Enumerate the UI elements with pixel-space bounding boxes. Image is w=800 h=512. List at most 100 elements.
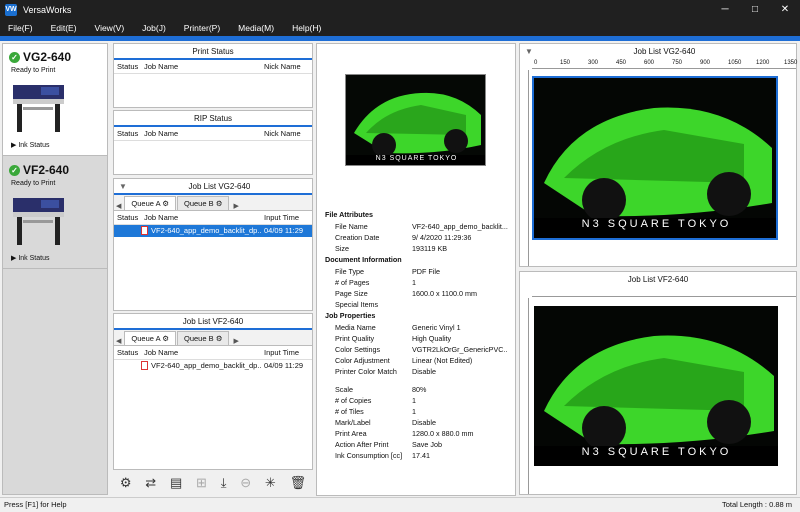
maximize-button[interactable]: □ (740, 0, 770, 19)
tab-label: Queue B (184, 199, 214, 208)
tab-next-icon[interactable]: ▶ (233, 337, 238, 345)
job-name: VF2-640_app_demo_backlit_dp... (151, 226, 261, 235)
attr-value: Generic Vinyl 1 (412, 323, 461, 332)
check-icon: ✓ (9, 164, 20, 176)
stop-icon[interactable]: ⊖ (240, 475, 251, 491)
ruler-tick: 600 (644, 60, 655, 66)
tab-queue-a[interactable]: Queue A ⚙ (124, 196, 176, 210)
attr-row: File Name VF2-640_app_demo_backlit... (326, 221, 508, 232)
attr-key: Mark/Label (335, 418, 371, 427)
attr-key: Color Adjustment (335, 356, 390, 365)
printer-card-vg2[interactable]: ✓ VG2-640 Ready to Print ▶ Ink Status (3, 44, 107, 156)
layout-icon[interactable]: ⊞ (196, 475, 207, 491)
trash-icon[interactable]: 🗑 (290, 475, 307, 491)
tab-queue-b[interactable]: Queue B ⚙ (177, 196, 230, 210)
gear-icon[interactable]: ⚙ (162, 199, 169, 208)
attr-row: Page Size 1600.0 x 1100.0 mm (326, 288, 508, 299)
attr-row: # of Copies 1 (326, 395, 508, 406)
collapse-icon[interactable]: ▼ (119, 179, 127, 195)
attr-value: Save Job (412, 440, 442, 449)
job-time: 04/09 11:29 (264, 226, 304, 235)
tab-queue-b[interactable]: Queue B ⚙ (177, 331, 230, 345)
col-job-name[interactable]: Job Name (141, 346, 261, 359)
attr-row: Color Adjustment Linear (Not Edited) (326, 355, 508, 366)
ruler-tick: 150 (560, 60, 571, 66)
menu-printer[interactable]: Printer(P) (184, 23, 220, 33)
attr-row: Size 193119 KB (326, 243, 508, 254)
attr-row: Ink Consumption [cc] 17.41 (326, 450, 508, 461)
horizontal-ruler: 0 150 300 450 600 750 900 1050 1200 1350 (532, 60, 797, 69)
print-icon[interactable]: ▤ (170, 475, 182, 491)
close-button[interactable]: ✕ (770, 0, 800, 19)
ink-status-label: Ink Status (18, 142, 50, 149)
job-time: 04/09 11:29 (264, 361, 304, 370)
preview-title: ▼ Job List VG2-640 (520, 44, 796, 60)
settings-icon[interactable]: ⚙ (120, 475, 132, 491)
tab-queue-a[interactable]: Queue A ⚙ (124, 331, 176, 345)
title-bar: VW VersaWorks ─ □ ✕ (0, 0, 800, 19)
printer-status: Ready to Print (11, 67, 56, 74)
col-status[interactable]: Status (114, 60, 141, 73)
collapse-icon[interactable]: ▼ (525, 44, 533, 60)
attr-value: 17.41 (412, 451, 430, 460)
vertical-ruler (520, 298, 529, 494)
tab-prev-icon[interactable]: ◀ (116, 337, 121, 345)
col-job-name[interactable]: Job Name (141, 211, 261, 224)
tab-prev-icon[interactable]: ◀ (116, 202, 121, 210)
printer-status: Ready to Print (11, 180, 56, 187)
attr-row: # of Pages 1 (326, 277, 508, 288)
ruler-tick: 1200 (756, 60, 770, 66)
download-icon[interactable]: ⤓ (221, 475, 227, 491)
col-status[interactable]: Status (114, 211, 141, 224)
col-status[interactable]: Status (114, 127, 141, 140)
attr-row: Printer Color Match Disable (326, 366, 508, 377)
print-preview-image[interactable]: N3 SQUARE TOKYO (532, 76, 778, 240)
job-row[interactable]: VF2-640_app_demo_backlit_dp... 04/09 11:2… (114, 225, 312, 237)
menu-file[interactable]: File(F) (8, 23, 33, 33)
menu-edit[interactable]: Edit(E) (51, 23, 77, 33)
gear-icon[interactable]: ⚙ (216, 334, 223, 343)
job-name: VF2-640_app_demo_backlit_dp... (151, 361, 261, 370)
col-input-time[interactable]: Input Time (261, 346, 299, 359)
attr-value: 1 (412, 278, 416, 287)
menu-job[interactable]: Job(J) (142, 23, 166, 33)
col-nick-name[interactable]: Nick Name (261, 127, 301, 140)
ink-status-toggle[interactable]: ▶ Ink Status (11, 254, 49, 262)
accent-bar (0, 36, 800, 41)
print-preview-image[interactable]: N3 SQUARE TOKYO (534, 306, 778, 466)
col-status[interactable]: Status (114, 346, 141, 359)
ruler-tick: 0 (534, 60, 538, 66)
preview-vg2-panel: ▼ Job List VG2-640 0 150 300 450 600 750 … (519, 43, 797, 267)
total-length: Total Length : 0.88 m (721, 500, 792, 509)
col-job-name[interactable]: Job Name (141, 60, 261, 73)
attr-key: # of Copies (335, 396, 372, 405)
attr-row: Action After Print Save Job (326, 439, 508, 450)
col-job-name[interactable]: Job Name (141, 127, 261, 140)
col-nick-name[interactable]: Nick Name (261, 60, 301, 73)
ink-status-toggle[interactable]: ▶ Ink Status (11, 141, 49, 149)
job-row[interactable]: VF2-640_app_demo_backlit_dp... 04/09 11:2… (114, 360, 312, 372)
banner-text: N3 SQUARE TOKYO (581, 446, 732, 458)
ruler-tick: 1050 (728, 60, 742, 66)
menu-help[interactable]: Help(H) (292, 23, 321, 33)
minimize-button[interactable]: ─ (710, 0, 740, 19)
print-status-panel: Print Status Status Job Name Nick Name (113, 43, 313, 108)
menu-view[interactable]: View(V) (95, 23, 125, 33)
gear-icon[interactable]: ⚙ (216, 199, 223, 208)
col-input-time[interactable]: Input Time (261, 211, 299, 224)
gear-icon[interactable]: ⚙ (162, 334, 169, 343)
job-attributes: File Attributes File Name VF2-640_app_dem… (325, 209, 508, 461)
sync-icon[interactable]: ⇄ (145, 475, 156, 491)
ruler-tick: 300 (588, 60, 599, 66)
attr-row: Scale 80% (326, 384, 508, 395)
attr-key: Size (335, 244, 349, 253)
processing-icon[interactable]: ✳ (265, 475, 276, 491)
menu-media[interactable]: Media(M) (238, 23, 274, 33)
attr-row: Color Settings VGTR2LkOrGr_GenericPVC... (326, 344, 508, 355)
attr-key: Print Quality (335, 334, 375, 343)
attr-value: VGTR2LkOrGr_GenericPVC... (412, 345, 508, 354)
job-list-vf2-panel: Job List VF2-640 ◀ Queue A ⚙ Queue B ⚙ ▶… (113, 313, 313, 470)
attr-value: Disable (412, 367, 436, 376)
printer-card-vf2[interactable]: ✓ VF2-640 Ready to Print ▶ Ink Status (3, 157, 107, 269)
tab-next-icon[interactable]: ▶ (233, 202, 238, 210)
